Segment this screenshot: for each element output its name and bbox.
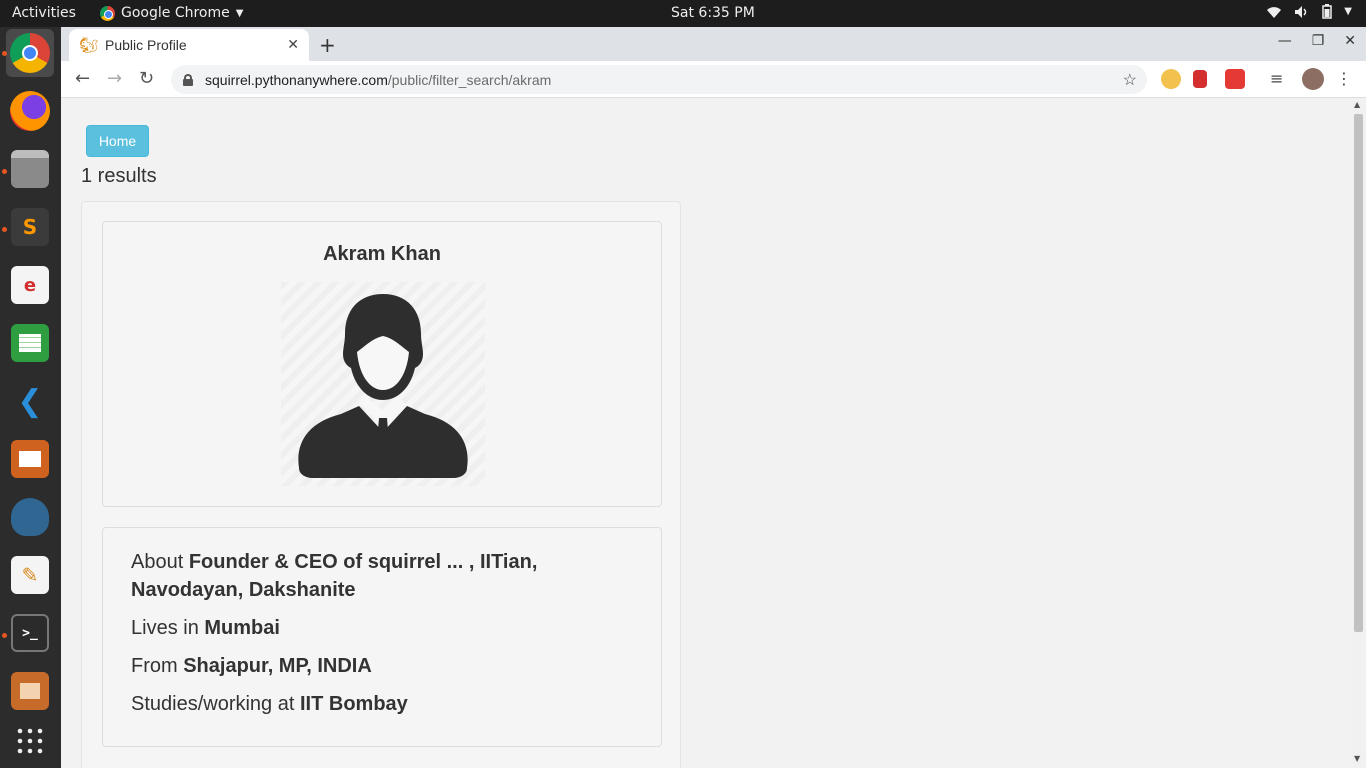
media-playlist-icon[interactable]: ≡ bbox=[1270, 69, 1290, 89]
tab-public-profile[interactable]: 🐿 Public Profile ✕ bbox=[69, 29, 309, 61]
page-content: Home 1 results Akram Khan About Founder … bbox=[61, 98, 1350, 768]
text-editor-icon: ✎ bbox=[11, 556, 49, 594]
battery-icon bbox=[1322, 4, 1333, 19]
document-viewer-icon: e bbox=[11, 266, 49, 304]
dock: S e ❮ ✎ >_ bbox=[0, 27, 61, 768]
results-count: 1 results bbox=[81, 165, 157, 187]
clock[interactable]: Sat 6:35 PM bbox=[671, 5, 755, 21]
show-applications-button[interactable] bbox=[6, 717, 54, 765]
address-bar[interactable]: squirrel.pythonanywhere.com/public/filte… bbox=[171, 65, 1147, 94]
terminal-icon: >_ bbox=[11, 614, 49, 652]
studies-value: IIT Bombay bbox=[299, 693, 408, 715]
postgres-elephant-icon bbox=[11, 498, 49, 536]
vscode-icon: ❮ bbox=[17, 383, 43, 419]
running-indicator bbox=[2, 169, 7, 174]
studies-prefix: Studies/working at bbox=[131, 693, 300, 715]
close-tab-icon[interactable]: ✕ bbox=[287, 37, 299, 53]
file-cabinet-icon bbox=[11, 150, 49, 188]
lives-value: Mumbai bbox=[204, 617, 280, 639]
dock-document-viewer[interactable]: e bbox=[6, 261, 54, 309]
spreadsheet-icon bbox=[11, 324, 49, 362]
dock-firefox[interactable] bbox=[6, 87, 54, 135]
chrome-icon bbox=[10, 33, 50, 73]
minimize-icon[interactable]: — bbox=[1278, 33, 1292, 49]
lives-prefix: Lives in bbox=[131, 617, 205, 639]
page-scrollbar[interactable]: ▲ ▼ bbox=[1350, 98, 1366, 768]
profile-card: Akram Khan bbox=[102, 221, 662, 507]
profile-avatar[interactable] bbox=[1302, 68, 1324, 90]
dock-pgadmin[interactable] bbox=[6, 493, 54, 541]
studies-line: Studies/working at IIT Bombay bbox=[131, 690, 633, 718]
sublime-text-icon: S bbox=[11, 208, 49, 246]
url-path: /public/filter_search/akram bbox=[387, 71, 552, 88]
dock-sublime[interactable]: S bbox=[6, 203, 54, 251]
lives-line: Lives in Mumbai bbox=[131, 614, 633, 642]
chrome-icon bbox=[100, 5, 115, 21]
extension-owl-icon[interactable] bbox=[1161, 69, 1181, 89]
scroll-up-icon[interactable]: ▲ bbox=[1354, 100, 1360, 109]
app-menu[interactable]: Google Chrome ▼ bbox=[100, 5, 243, 21]
running-indicator bbox=[2, 633, 7, 638]
squirrel-favicon: 🐿 bbox=[79, 36, 99, 54]
dock-impress[interactable] bbox=[6, 435, 54, 483]
firefox-icon bbox=[10, 91, 50, 131]
scrollbar-thumb[interactable] bbox=[1354, 114, 1363, 632]
dock-app[interactable] bbox=[6, 667, 54, 715]
url-host: squirrel.pythonanywhere.com bbox=[205, 71, 388, 88]
close-window-icon[interactable]: ✕ bbox=[1344, 33, 1356, 49]
results-panel: Akram Khan About Founder & CEO of squirr… bbox=[81, 201, 681, 768]
reload-button[interactable]: ↻ bbox=[139, 68, 154, 89]
document-icon bbox=[11, 672, 49, 710]
running-indicator bbox=[2, 227, 7, 232]
chevron-down-icon: ▼ bbox=[1344, 6, 1352, 17]
dock-files[interactable] bbox=[6, 145, 54, 193]
more-menu-icon[interactable]: ⋮ bbox=[1336, 69, 1356, 89]
chevron-down-icon: ▼ bbox=[235, 7, 244, 19]
system-tray[interactable]: ▼ bbox=[1266, 4, 1352, 19]
home-button[interactable]: Home bbox=[86, 125, 149, 157]
about-prefix: About bbox=[131, 551, 189, 573]
window-controls: — ❐ ✕ bbox=[1278, 33, 1356, 49]
system-top-bar: Activities Google Chrome ▼ Sat 6:35 PM ▼ bbox=[0, 0, 1366, 27]
tab-strip: 🐿 Public Profile ✕ + — ❐ ✕ bbox=[61, 27, 1366, 61]
bookmark-star-icon[interactable]: ☆ bbox=[1123, 70, 1137, 90]
forward-button[interactable]: → bbox=[107, 68, 122, 89]
browser-window: 🐿 Public Profile ✕ + — ❐ ✕ ← → ↻ squirre… bbox=[61, 27, 1366, 768]
extension-media-icon[interactable] bbox=[1225, 69, 1245, 89]
app-grid-icon bbox=[17, 728, 43, 754]
avatar bbox=[281, 282, 485, 486]
from-prefix: From bbox=[131, 655, 184, 677]
tab-title: Public Profile bbox=[105, 37, 187, 53]
running-indicator bbox=[2, 51, 7, 56]
from-line: From Shajapur, MP, INDIA bbox=[131, 652, 633, 680]
lock-icon bbox=[183, 73, 193, 86]
back-button[interactable]: ← bbox=[75, 68, 90, 89]
wifi-icon bbox=[1267, 6, 1282, 18]
browser-toolbar: ← → ↻ squirrel.pythonanywhere.com/public… bbox=[61, 61, 1366, 98]
dock-calc[interactable] bbox=[6, 319, 54, 367]
dock-text-editor[interactable]: ✎ bbox=[6, 551, 54, 599]
app-menu-label: Google Chrome bbox=[121, 5, 230, 21]
new-tab-button[interactable]: + bbox=[319, 33, 336, 57]
profile-details-card: About Founder & CEO of squirrel ... , II… bbox=[102, 527, 662, 747]
restore-icon[interactable]: ❐ bbox=[1312, 33, 1325, 49]
dock-chrome[interactable] bbox=[6, 29, 54, 77]
activities-button[interactable]: Activities bbox=[12, 5, 76, 21]
profile-name: Akram Khan bbox=[323, 243, 441, 265]
scroll-down-icon[interactable]: ▼ bbox=[1354, 754, 1360, 763]
from-value: Shajapur, MP, INDIA bbox=[183, 655, 372, 677]
about-value: Founder & CEO of squirrel ... , IITian, … bbox=[131, 551, 538, 601]
about-line: About Founder & CEO of squirrel ... , II… bbox=[131, 548, 633, 604]
dock-terminal[interactable]: >_ bbox=[6, 609, 54, 657]
extension-bookmark-icon[interactable] bbox=[1193, 70, 1207, 88]
volume-icon bbox=[1295, 5, 1307, 18]
presentation-icon bbox=[11, 440, 49, 478]
person-silhouette-icon bbox=[298, 294, 468, 478]
dock-vscode[interactable]: ❮ bbox=[6, 377, 54, 425]
